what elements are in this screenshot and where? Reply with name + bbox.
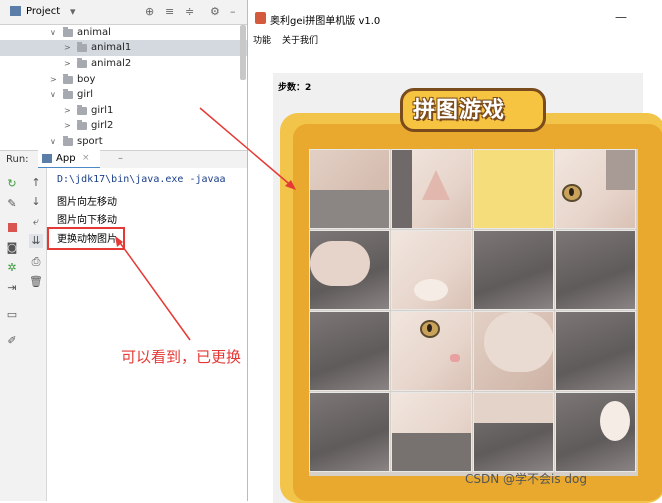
tree-item-label: animal <box>77 27 111 38</box>
login-icon[interactable]: ⇥ <box>5 281 19 295</box>
puzzle-tile[interactable] <box>555 230 636 310</box>
puzzle-tile[interactable] <box>555 149 636 229</box>
layout-icon[interactable]: ▭ <box>5 308 19 322</box>
tree-item[interactable]: ∨ girl <box>0 87 247 103</box>
annotation-text: 可以看到，已更换 <box>121 348 242 366</box>
console-line: D:\jdk17\bin\java.exe -javaa <box>57 174 226 185</box>
tree-item-label: animal1 <box>91 42 132 53</box>
puzzle-tile[interactable] <box>391 149 472 229</box>
tree-scrollbar[interactable] <box>240 25 246 80</box>
menu-about[interactable]: 关于我们 <box>282 33 318 46</box>
bug-icon[interactable]: ✲ <box>5 261 19 275</box>
puzzle-tile[interactable] <box>391 311 472 391</box>
puzzle-tile[interactable] <box>309 392 390 472</box>
tab-app-label: App <box>56 153 76 164</box>
step-counter: 步数：2 <box>278 83 312 93</box>
puzzle-grid <box>309 149 638 476</box>
arrow-down-icon[interactable]: ↓ <box>29 195 43 209</box>
stop-icon[interactable] <box>5 222 19 236</box>
menu-bar: 功能 关于我们 <box>248 30 662 48</box>
puzzle-tile[interactable] <box>391 230 472 310</box>
puzzle-tile[interactable] <box>309 230 390 310</box>
chevron-down-icon[interactable]: ∨ <box>50 28 56 37</box>
chevron-right-icon[interactable]: > <box>64 43 71 52</box>
puzzle-tile[interactable] <box>473 230 554 310</box>
ide-panel: Project ▾ ⊕ ≡ ≑ ⚙ – ∨ animal > animal1 >… <box>0 0 247 501</box>
app-icon <box>42 154 52 163</box>
java-icon <box>255 12 266 24</box>
minimize-button[interactable]: — <box>615 10 627 24</box>
tree-item[interactable]: ∨ sport <box>0 134 247 150</box>
run-label: Run: <box>6 154 29 165</box>
camera-icon[interactable]: ◙ <box>5 241 19 255</box>
arrow-up-icon[interactable]: ↑ <box>29 176 43 190</box>
folder-icon <box>77 58 87 68</box>
highlight-box <box>47 227 125 250</box>
dropdown-icon[interactable]: ▾ <box>70 5 76 18</box>
console-output[interactable]: D:\jdk17\bin\java.exe -javaa 图片向左移动 图片向下… <box>47 168 247 501</box>
chevron-right-icon[interactable]: > <box>64 121 71 130</box>
puzzle-tile[interactable] <box>473 311 554 391</box>
chevron-right-icon[interactable]: > <box>64 106 71 115</box>
gear-icon[interactable]: ⚙ <box>210 5 220 18</box>
folder-icon <box>63 27 73 37</box>
tree-item-label: girl <box>77 89 94 100</box>
folder-icon <box>77 42 87 52</box>
tree-item[interactable]: ∨ animal <box>0 25 247 41</box>
rerun-icon[interactable]: ↻ <box>5 177 19 191</box>
soft-wrap-icon[interactable]: ⤶ <box>29 215 43 229</box>
project-icon <box>10 6 21 16</box>
puzzle-tile[interactable] <box>473 392 554 472</box>
project-header: Project ▾ ⊕ ≡ ≑ ⚙ – <box>0 0 247 25</box>
run-side-toolbar: ↻ ✎ ◙ ✲ ⇥ ▭ ✐ <box>0 168 24 501</box>
chevron-down-icon[interactable]: ∨ <box>50 90 56 99</box>
puzzle-tile[interactable] <box>309 149 390 229</box>
trash-icon[interactable]: 🗑 <box>29 275 43 289</box>
tree-item[interactable]: > girl2 <box>0 118 247 134</box>
puzzle-tile[interactable] <box>391 392 472 472</box>
window-title: 奥利gei拼图单机版 v1.0 <box>270 16 381 27</box>
project-tree: ∨ animal > animal1 > animal2 > boy ∨ gir… <box>0 25 247 150</box>
folder-icon <box>63 74 73 84</box>
puzzle-tile[interactable] <box>555 311 636 391</box>
scroll-end-icon[interactable]: ⇊ <box>29 234 43 248</box>
game-title: 拼图游戏 <box>413 98 506 123</box>
folder-icon <box>77 105 87 115</box>
menu-function[interactable]: 功能 <box>253 33 271 46</box>
tree-item-label: sport <box>77 136 103 147</box>
console-line: 图片向下移动 <box>57 215 117 226</box>
tree-item-label: girl2 <box>91 120 114 131</box>
console-toolbar: ↑ ↓ ⤶ ⇊ ⎙ 🗑 <box>24 168 47 501</box>
puzzle-tile[interactable] <box>555 392 636 472</box>
close-icon[interactable]: × <box>82 153 90 163</box>
minimize-icon[interactable]: – <box>230 5 236 18</box>
wrench-icon[interactable]: ✎ <box>5 197 19 211</box>
tree-item[interactable]: > girl1 <box>0 103 247 119</box>
options-icon[interactable]: – <box>118 153 123 164</box>
window-titlebar: 奥利gei拼图单机版 v1.0 — <box>248 0 662 30</box>
puzzle-tile-empty[interactable] <box>473 149 554 229</box>
project-title[interactable]: Project <box>26 6 60 17</box>
tree-item-label: animal2 <box>91 58 132 69</box>
tree-item[interactable]: > animal2 <box>0 56 247 72</box>
watermark: CSDN @学不会is dog <box>465 472 588 486</box>
tree-item-label: boy <box>77 74 96 85</box>
print-icon[interactable]: ⎙ <box>29 255 43 269</box>
tab-app[interactable]: App × <box>38 150 100 169</box>
console-line: 图片向左移动 <box>57 197 117 208</box>
expand-all-icon[interactable]: ≡ <box>165 5 174 18</box>
folder-icon <box>63 136 73 146</box>
target-icon[interactable]: ⊕ <box>145 5 154 18</box>
folder-icon <box>77 120 87 130</box>
pin-icon[interactable]: ✐ <box>5 334 19 348</box>
chevron-right-icon[interactable]: > <box>50 75 57 84</box>
tree-item[interactable]: > boy <box>0 72 247 88</box>
collapse-all-icon[interactable]: ≑ <box>185 5 194 18</box>
chevron-down-icon[interactable]: ∨ <box>50 137 56 146</box>
tree-item[interactable]: > animal1 <box>0 40 247 56</box>
folder-icon <box>63 89 73 99</box>
puzzle-tile[interactable] <box>309 311 390 391</box>
tree-item-label: girl1 <box>91 105 114 116</box>
chevron-right-icon[interactable]: > <box>64 59 71 68</box>
